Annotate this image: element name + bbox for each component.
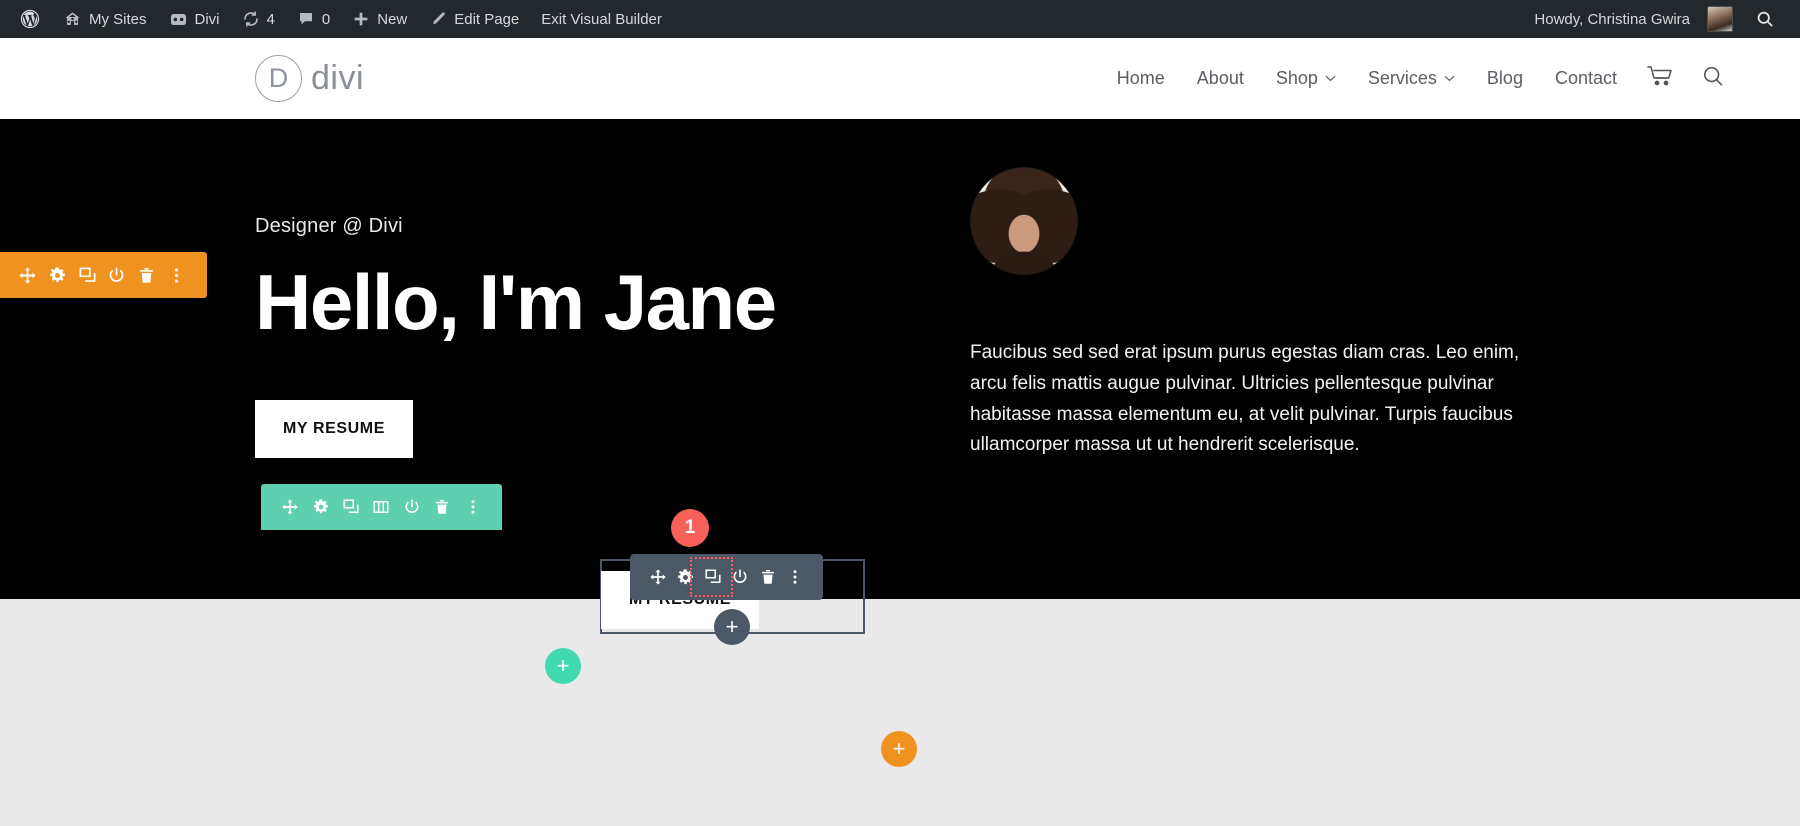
duplicate-icon[interactable] xyxy=(336,484,366,530)
sites-icon xyxy=(63,10,82,29)
add-section-button[interactable]: + xyxy=(881,731,917,767)
divi-icon xyxy=(169,10,188,29)
move-handle-icon[interactable] xyxy=(644,554,672,600)
admin-bar-exit-visual-builder[interactable]: Exit Visual Builder xyxy=(530,0,673,38)
nav-item-shop-label: Shop xyxy=(1275,68,1318,88)
trash-icon[interactable] xyxy=(754,554,782,600)
admin-bar-divi-label: Divi xyxy=(194,10,220,28)
hero-eyebrow: Designer @ Divi xyxy=(255,215,403,237)
section-toolbar[interactable] xyxy=(0,252,207,298)
site-header: D divi Home About Shop Services Blog Con… xyxy=(0,38,1800,119)
admin-bar-left-group: My Sites Divi 4 0 New Edit Page Exit Vis… xyxy=(0,0,673,38)
move-handle-icon[interactable] xyxy=(275,484,305,530)
cart-button[interactable] xyxy=(1633,38,1687,119)
row-toolbar[interactable] xyxy=(261,484,502,530)
header-search-button[interactable] xyxy=(1687,38,1740,119)
wp-admin-bar: My Sites Divi 4 0 New Edit Page Exit Vis… xyxy=(0,0,1800,38)
admin-bar-updates[interactable]: 4 xyxy=(231,0,286,38)
power-icon[interactable] xyxy=(727,554,755,600)
comment-icon xyxy=(297,10,315,28)
hero-headline: Hello, I'm Jane xyxy=(255,258,777,346)
admin-bar-my-sites[interactable]: My Sites xyxy=(52,0,158,38)
cart-icon xyxy=(1647,65,1673,92)
nav-item-home-label: Home xyxy=(1116,68,1165,88)
kebab-menu-icon[interactable] xyxy=(458,484,488,530)
chevron-down-icon xyxy=(1325,75,1336,82)
divi-logo-text: divi xyxy=(311,59,365,97)
admin-bar-right-group: Howdy, Christina Gwira xyxy=(1523,0,1800,38)
move-handle-icon[interactable] xyxy=(13,252,43,298)
hero-portrait-image xyxy=(970,167,1078,275)
plus-icon: + xyxy=(892,736,906,761)
howdy-greeting: Howdy, Christina Gwira xyxy=(1534,10,1690,28)
columns-icon[interactable] xyxy=(366,484,396,530)
admin-bar-divi[interactable]: Divi xyxy=(158,0,231,38)
admin-bar-my-account[interactable]: Howdy, Christina Gwira xyxy=(1523,0,1744,38)
pencil-icon xyxy=(429,10,447,28)
hero-column-right: Faucibus sed sed erat ipsum purus egesta… xyxy=(895,119,1545,599)
nav-item-about-label: About xyxy=(1196,68,1244,88)
nav-item-services[interactable]: Services xyxy=(1352,38,1471,119)
updates-icon xyxy=(242,10,260,28)
search-icon xyxy=(1701,64,1726,94)
nav-item-shop[interactable]: Shop xyxy=(1260,38,1352,119)
nav-item-contact[interactable]: Contact xyxy=(1539,38,1633,119)
admin-bar-edit-page[interactable]: Edit Page xyxy=(418,0,530,38)
duplicate-icon[interactable] xyxy=(72,252,102,298)
admin-bar-comments[interactable]: 0 xyxy=(286,0,341,38)
plus-icon: + xyxy=(725,614,739,639)
search-icon xyxy=(1755,9,1775,29)
page-canvas: Designer @ Divi Hello, I'm Jane MY RESUM… xyxy=(0,119,1800,826)
kebab-menu-icon[interactable] xyxy=(161,252,191,298)
admin-bar-my-sites-label: My Sites xyxy=(89,10,147,28)
add-module-button[interactable]: + xyxy=(714,609,750,645)
hero-resume-button[interactable]: MY RESUME xyxy=(255,399,413,458)
nav-item-contact-label: Contact xyxy=(1554,68,1617,88)
gear-icon[interactable] xyxy=(305,484,335,530)
site-logo[interactable]: D divi xyxy=(255,55,364,102)
wordpress-icon xyxy=(19,8,41,30)
hero-paragraph: Faucibus sed sed erat ipsum purus egesta… xyxy=(970,342,1520,456)
plus-icon: + xyxy=(556,653,570,678)
gear-icon[interactable] xyxy=(672,554,700,600)
wordpress-logo-menu[interactable] xyxy=(8,0,52,38)
gear-icon[interactable] xyxy=(43,252,73,298)
nav-item-blog[interactable]: Blog xyxy=(1471,38,1539,119)
experience-section xyxy=(0,599,1800,826)
module-toolbar[interactable] xyxy=(630,554,823,600)
admin-bar-search-button[interactable] xyxy=(1744,0,1786,38)
nav-item-services-label: Services xyxy=(1367,68,1437,88)
admin-bar-new-content[interactable]: New xyxy=(341,0,418,38)
admin-bar-edit-page-label: Edit Page xyxy=(454,10,520,28)
admin-bar-comments-count: 0 xyxy=(321,10,331,28)
nav-item-home[interactable]: Home xyxy=(1101,38,1181,119)
avatar xyxy=(1707,6,1733,32)
plus-icon xyxy=(352,10,370,28)
kebab-menu-icon[interactable] xyxy=(782,554,810,600)
primary-navigation: Home About Shop Services Blog Contact xyxy=(1101,38,1740,119)
trash-icon[interactable] xyxy=(132,252,162,298)
chevron-down-icon xyxy=(1444,75,1455,82)
add-row-button[interactable]: + xyxy=(545,648,581,684)
nav-item-about[interactable]: About xyxy=(1181,38,1260,119)
nav-item-blog-label: Blog xyxy=(1486,68,1523,88)
power-icon[interactable] xyxy=(397,484,427,530)
step-badge: 1 xyxy=(671,509,709,547)
admin-bar-new-label: New xyxy=(377,10,408,28)
admin-bar-updates-count: 4 xyxy=(266,10,275,28)
power-icon[interactable] xyxy=(102,252,132,298)
admin-bar-exit-vb-label: Exit Visual Builder xyxy=(541,10,662,28)
trash-icon[interactable] xyxy=(427,484,457,530)
divi-logo-mark: D xyxy=(255,55,302,102)
duplicate-icon[interactable] xyxy=(699,554,727,600)
